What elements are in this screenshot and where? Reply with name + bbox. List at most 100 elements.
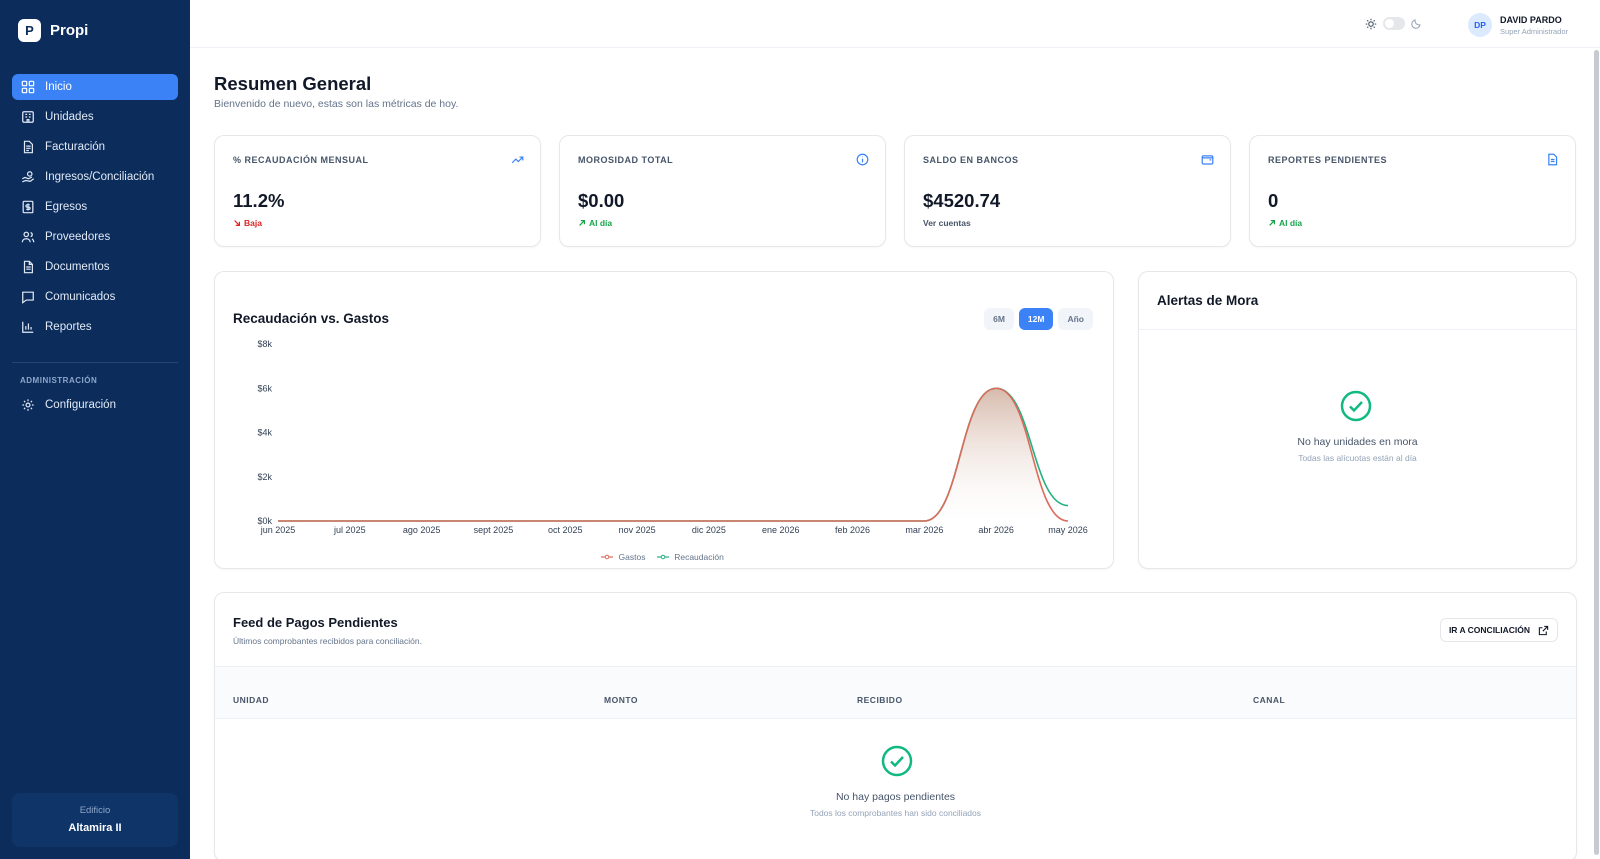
kpi-status: Baja <box>233 218 262 228</box>
sidebar-item-label: Proveedores <box>45 231 111 243</box>
sidebar-admin-nav: Configuración <box>12 392 178 422</box>
sidebar-section-admin: ADMINISTRACIÓN <box>20 376 98 385</box>
chart-legend: Gastos Recaudación <box>215 552 1113 562</box>
sidebar-item-inicio[interactable]: Inicio <box>12 74 178 100</box>
sidebar-nav: Inicio Unidades Facturación Ingresos/Con… <box>12 74 178 344</box>
check-circle-icon <box>881 745 913 777</box>
sun-icon <box>1365 18 1377 29</box>
sidebar-item-label: Comunicados <box>45 291 116 303</box>
kpi-card-saldo: SALDO EN BANCOS $4520.74 Ver cuentas <box>904 135 1231 247</box>
sidebar-item-comunicados[interactable]: Comunicados <box>12 284 178 310</box>
kpi-status-text: Al día <box>589 218 613 228</box>
column-header-canal[interactable]: CANAL <box>1253 695 1285 705</box>
legend-gastos[interactable]: Gastos <box>601 552 648 562</box>
column-header-recibido[interactable]: RECIBIDO <box>857 695 903 705</box>
sidebar-item-label: Documentos <box>45 261 110 273</box>
feed-title: Feed de Pagos Pendientes <box>233 615 398 630</box>
kpi-value: 11.2% <box>233 190 285 211</box>
file-icon <box>1548 153 1558 166</box>
sidebar-item-configuracion[interactable]: Configuración <box>12 392 178 418</box>
external-link-icon <box>1538 625 1549 635</box>
message-icon <box>22 291 34 304</box>
sidebar: P Propi Inicio Unidades Facturación Ingr… <box>0 0 190 859</box>
column-header-unidad[interactable]: UNIDAD <box>233 695 269 705</box>
sidebar-item-unidades[interactable]: Unidades <box>12 104 178 130</box>
sidebar-item-egresos[interactable]: Egresos <box>12 194 178 220</box>
chart-title: Recaudación vs. Gastos <box>233 311 390 326</box>
sidebar-item-facturacion[interactable]: Facturación <box>12 134 178 160</box>
kpi-card-recaudacion: % RECAUDACIÓN MENSUAL 11.2% Baja <box>214 135 541 247</box>
users-icon <box>21 231 35 243</box>
theme-switcher <box>1365 17 1422 30</box>
x-tick-label: mar 2026 <box>905 525 943 535</box>
kpi-label: MOROSIDAD TOTAL <box>578 155 674 165</box>
legend-label: Recaudación <box>674 552 724 562</box>
building-selector[interactable]: Edificio Altamira II <box>12 793 178 847</box>
button-label: IR A CONCILIACIÓN <box>1448 625 1530 635</box>
range-tab-6m[interactable]: 6M <box>984 308 1014 330</box>
feed-card: Feed de Pagos Pendientes Últimos comprob… <box>214 592 1577 859</box>
y-tick-label: $8k <box>257 339 272 349</box>
alerts-empty-subtitle: Todas las alícuotas están al día <box>1298 453 1417 463</box>
y-tick-label: $4k <box>257 428 272 438</box>
hand-coins-icon <box>22 171 35 183</box>
invoice-icon <box>23 140 33 154</box>
legend-line-icon <box>601 554 614 560</box>
sidebar-item-ingresos[interactable]: Ingresos/Conciliación <box>12 164 178 190</box>
y-tick-label: $6k <box>257 383 272 393</box>
sidebar-item-label: Reportes <box>45 321 92 333</box>
legend-label: Gastos <box>618 552 646 562</box>
receipt-icon <box>22 200 34 214</box>
brand[interactable]: P Propi <box>18 19 88 42</box>
building-icon <box>22 111 34 123</box>
document-icon <box>23 260 33 274</box>
check-circle-icon <box>1340 390 1372 422</box>
x-tick-label: nov 2025 <box>619 525 656 535</box>
legend-recaudacion[interactable]: Recaudación <box>656 552 727 562</box>
info-icon <box>856 153 869 166</box>
page-subtitle: Bienvenido de nuevo, estas son las métri… <box>214 98 459 110</box>
x-tick-label: dic 2025 <box>692 525 726 535</box>
kpi-label: % RECAUDACIÓN MENSUAL <box>233 155 369 165</box>
building-name: Altamira II <box>68 822 122 834</box>
sidebar-item-reportes[interactable]: Reportes <box>12 314 178 340</box>
area-chart: $0k$2k$4k$6k$8kjun 2025 jul 2025 ago 2025 s… <box>257 339 1087 535</box>
divider <box>1139 329 1576 330</box>
sidebar-item-label: Ingresos/Conciliación <box>45 171 155 183</box>
user-menu[interactable]: DP DAVID PARDO Super Administrador <box>1468 13 1568 37</box>
series-area-gastos <box>278 388 1068 521</box>
kpi-value: $4520.74 <box>923 190 1001 211</box>
sidebar-item-label: Egresos <box>45 201 88 213</box>
chart-card: Recaudación vs. Gastos 6M 12M Año $0k $2k… <box>214 271 1114 569</box>
trend-up-icon <box>511 156 524 164</box>
range-tab-ano[interactable]: Año <box>1058 308 1093 330</box>
sidebar-item-documentos[interactable]: Documentos <box>12 254 178 280</box>
gear-icon <box>22 399 34 411</box>
kpi-card-morosidad: MOROSIDAD TOTAL $0.00 Al día <box>559 135 886 247</box>
brand-name: Propi <box>50 22 89 39</box>
page-title: Resumen General <box>214 73 372 94</box>
kpi-status-text: Ver cuentas <box>923 218 971 228</box>
range-tabs: 6M 12M Año <box>984 308 1093 330</box>
feed-empty-title: No hay pagos pendientes <box>835 791 956 803</box>
user-role: Super Administrador <box>1500 26 1568 36</box>
sidebar-item-proveedores[interactable]: Proveedores <box>12 224 178 250</box>
legend-line-icon <box>656 554 669 560</box>
kpi-status: Al día <box>578 218 612 228</box>
go-to-conciliation-button[interactable]: IR A CONCILIACIÓN <box>1439 618 1558 642</box>
sidebar-item-label: Configuración <box>45 399 116 411</box>
scrollbar-thumb[interactable] <box>1594 50 1599 855</box>
range-tab-12m[interactable]: 12M <box>1018 308 1054 330</box>
grid-icon <box>21 80 35 94</box>
moon-icon <box>1411 19 1421 29</box>
ver-cuentas-link[interactable]: Ver cuentas <box>923 218 971 228</box>
column-header-monto[interactable]: MONTO <box>604 695 638 705</box>
bar-chart-icon <box>22 321 34 333</box>
y-tick-label: $2k <box>257 472 272 482</box>
x-tick-label: sept 2025 <box>474 525 514 535</box>
kpi-status: Al día <box>1268 218 1302 228</box>
theme-toggle[interactable] <box>1383 17 1405 30</box>
kpi-status-text: Al día <box>1279 218 1303 228</box>
x-tick-label: jun 2025 <box>260 525 296 535</box>
x-tick-label: jul 2025 <box>333 525 366 535</box>
